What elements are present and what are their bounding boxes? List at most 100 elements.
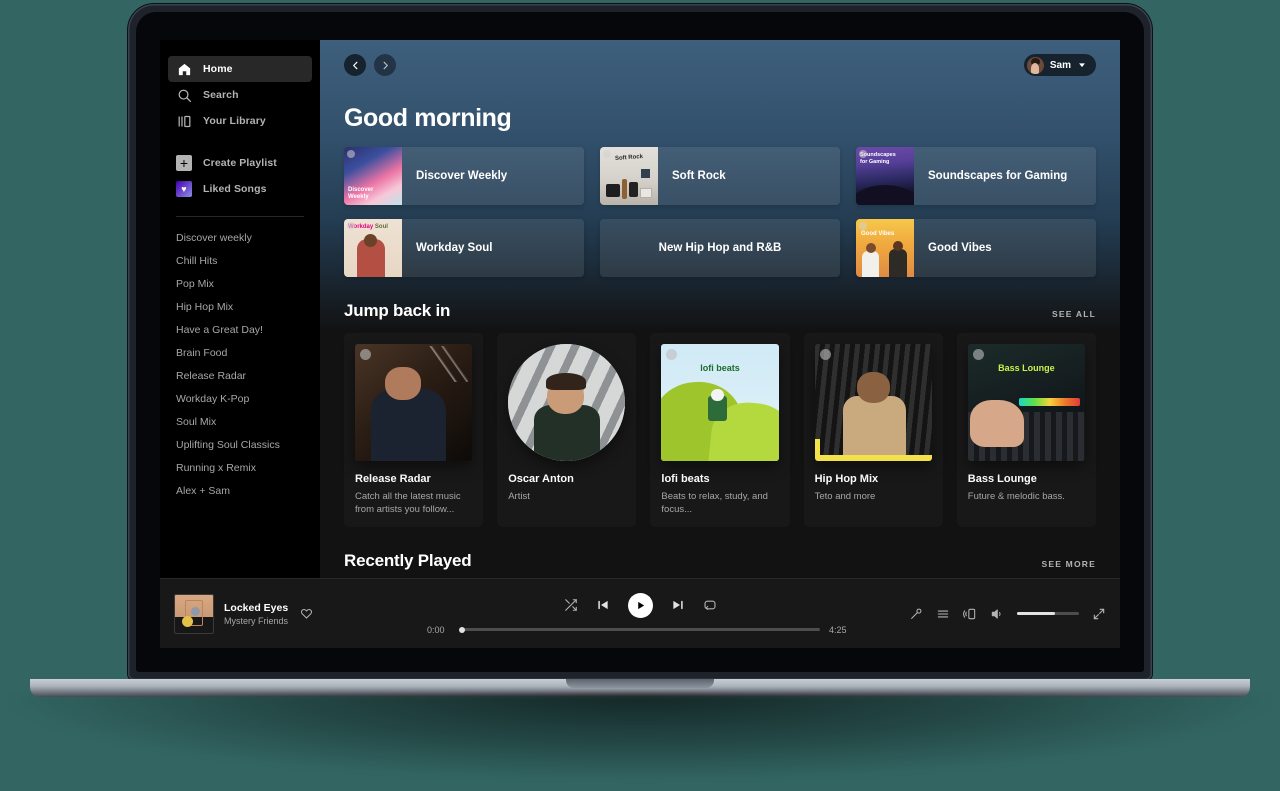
artwork-shape — [856, 185, 914, 205]
sidebar-playlist-item[interactable]: Chill Hits — [176, 250, 304, 273]
media-card[interactable]: Oscar Anton Artist — [497, 333, 637, 528]
sidebar: Home Search Your Library + Create Playli… — [160, 40, 320, 578]
next-button[interactable] — [671, 598, 685, 612]
artwork-shape — [856, 372, 890, 403]
forward-button[interactable] — [374, 54, 396, 76]
spotify-badge-icon — [819, 349, 831, 360]
sidebar-playlist-item[interactable]: Running x Remix — [176, 457, 304, 480]
artwork-shape — [182, 615, 193, 627]
spotify-badge-icon — [603, 150, 611, 158]
artwork-shape — [814, 455, 932, 462]
track-artist[interactable]: Mystery Friends — [224, 616, 288, 626]
volume-icon[interactable] — [990, 607, 1004, 621]
back-button[interactable] — [344, 54, 366, 76]
artwork-shape — [889, 249, 907, 277]
see-more-link[interactable]: See more — [1042, 559, 1096, 571]
card-title: lofi beats — [661, 473, 710, 486]
artwork-label: Soft Rock — [614, 154, 644, 162]
heart-icon: ♥ — [176, 181, 192, 197]
shortcut-card[interactable]: Workday Soul Workday Soul — [344, 219, 584, 277]
shortcut-artwork: Soft Rock — [600, 147, 658, 205]
sidebar-playlist-item[interactable]: Release Radar — [176, 365, 304, 388]
chevron-down-icon — [1077, 60, 1087, 70]
card-title: Release Radar — [355, 473, 431, 486]
shuffle-button[interactable] — [564, 598, 578, 612]
jump-back-in-row: Release Radar Catch all the latest music… — [344, 333, 1096, 528]
card-title: Hip Hop Mix — [814, 473, 879, 486]
card-artwork: Bass Lounge — [967, 344, 1085, 462]
shortcut-title: New Hip Hop and R&B — [658, 241, 782, 254]
card-subtitle: Teto and more — [814, 491, 876, 503]
sidebar-playlist-item[interactable]: Uplifting Soul Classics — [176, 434, 304, 457]
card-subtitle: Catch all the latest music from artists … — [355, 491, 461, 516]
sidebar-playlist-item[interactable]: Workday K-Pop — [176, 388, 304, 411]
card-artwork — [814, 344, 932, 462]
spotify-badge-icon — [859, 222, 867, 230]
shortcut-card[interactable]: New Hip Hop and R&B — [600, 219, 840, 277]
sidebar-playlist-item[interactable]: Discover weekly — [176, 227, 304, 250]
media-card[interactable]: Release Radar Catch all the latest music… — [344, 333, 484, 528]
sidebar-item-search[interactable]: Search — [168, 82, 312, 108]
card-artwork — [355, 344, 473, 462]
shortcut-card[interactable]: Good Vibes Good Vibes — [856, 219, 1096, 277]
sidebar-playlist-item[interactable]: Have a Great Day! — [176, 319, 304, 342]
shortcut-card[interactable]: Soft Rock Soft Rock — [600, 147, 840, 205]
progress-thumb[interactable] — [459, 626, 465, 633]
volume-fill — [1017, 612, 1056, 615]
queue-icon[interactable] — [936, 607, 950, 621]
artwork-label: Discover Weekly — [348, 187, 374, 201]
media-card[interactable]: Bass Lounge Bass Lounge Future & melodic… — [956, 333, 1096, 528]
sidebar-playlist-item[interactable]: Pop Mix — [176, 273, 304, 296]
sidebar-playlist-item[interactable]: Soul Mix — [176, 411, 304, 434]
play-button[interactable] — [627, 592, 653, 618]
artwork-label: Bass Lounge — [998, 362, 1055, 373]
card-subtitle: Future & melodic bass. — [967, 491, 1065, 503]
topbar: Sam — [344, 40, 1096, 90]
shortcut-title: Workday Soul — [416, 241, 493, 254]
sidebar-playlist-list: Discover weekly Chill Hits Pop Mix Hip H… — [160, 227, 320, 503]
sidebar-playlist-item[interactable]: Hip Hop Mix — [176, 296, 304, 319]
sidebar-playlist-item[interactable]: Brain Food — [176, 342, 304, 365]
sidebar-item-label: Your Library — [203, 115, 266, 127]
sidebar-item-label: Create Playlist — [203, 157, 277, 169]
repeat-button[interactable] — [703, 598, 717, 612]
heart-outline-icon[interactable] — [300, 607, 313, 620]
spotify-app: Home Search Your Library + Create Playli… — [160, 40, 1120, 578]
microphone-icon[interactable] — [909, 607, 923, 621]
volume-slider[interactable] — [1017, 612, 1079, 615]
fullscreen-icon[interactable] — [1092, 607, 1106, 621]
sidebar-item-liked-songs[interactable]: ♥ Liked Songs — [168, 176, 312, 202]
now-playing: Locked Eyes Mystery Friends — [174, 593, 414, 634]
shortcut-card[interactable]: Soundscapes for Gaming Soundscapes for Ga… — [856, 147, 1096, 205]
sidebar-primary-nav: Home Search Your Library + Create Playli… — [160, 56, 320, 202]
elapsed-time: 0:00 — [427, 624, 445, 635]
sidebar-item-create-playlist[interactable]: + Create Playlist — [168, 150, 312, 176]
artwork-shape — [1019, 397, 1081, 407]
see-all-link[interactable]: See all — [1052, 309, 1096, 321]
media-card[interactable]: lofi beats lofi beats Beats to relax, st… — [650, 333, 790, 528]
sidebar-divider — [176, 216, 304, 217]
history-nav — [344, 54, 396, 76]
sidebar-playlist-item[interactable]: Alex + Sam — [176, 480, 304, 503]
scene: Home Search Your Library + Create Playli… — [0, 0, 1280, 791]
spotify-badge-icon — [347, 222, 355, 230]
shortcut-card[interactable]: Discover Weekly Discover Weekly — [344, 147, 584, 205]
shortcut-artwork: Good Vibes — [856, 219, 914, 277]
previous-button[interactable] — [596, 598, 610, 612]
main-scroll-region[interactable]: Sam Good morning Discover Weekly Discove… — [320, 40, 1120, 578]
track-title[interactable]: Locked Eyes — [224, 602, 288, 614]
now-playing-artwork — [174, 593, 214, 634]
shortcut-title: Soundscapes for Gaming — [928, 169, 1068, 182]
progress-slider[interactable] — [459, 626, 820, 633]
library-icon — [176, 113, 192, 129]
media-card[interactable]: Hip Hop Mix Teto and more — [803, 333, 943, 528]
artwork-shape — [893, 241, 903, 251]
sidebar-item-your-library[interactable]: Your Library — [168, 108, 312, 134]
artwork-shape — [606, 184, 620, 197]
connect-device-icon[interactable] — [963, 607, 977, 621]
sidebar-item-home[interactable]: Home — [168, 56, 312, 82]
progress-area: 0:00 4:25 — [427, 625, 853, 635]
artwork-shape — [842, 395, 906, 462]
profile-button[interactable]: Sam — [1023, 54, 1096, 76]
artwork-shape — [191, 606, 200, 616]
